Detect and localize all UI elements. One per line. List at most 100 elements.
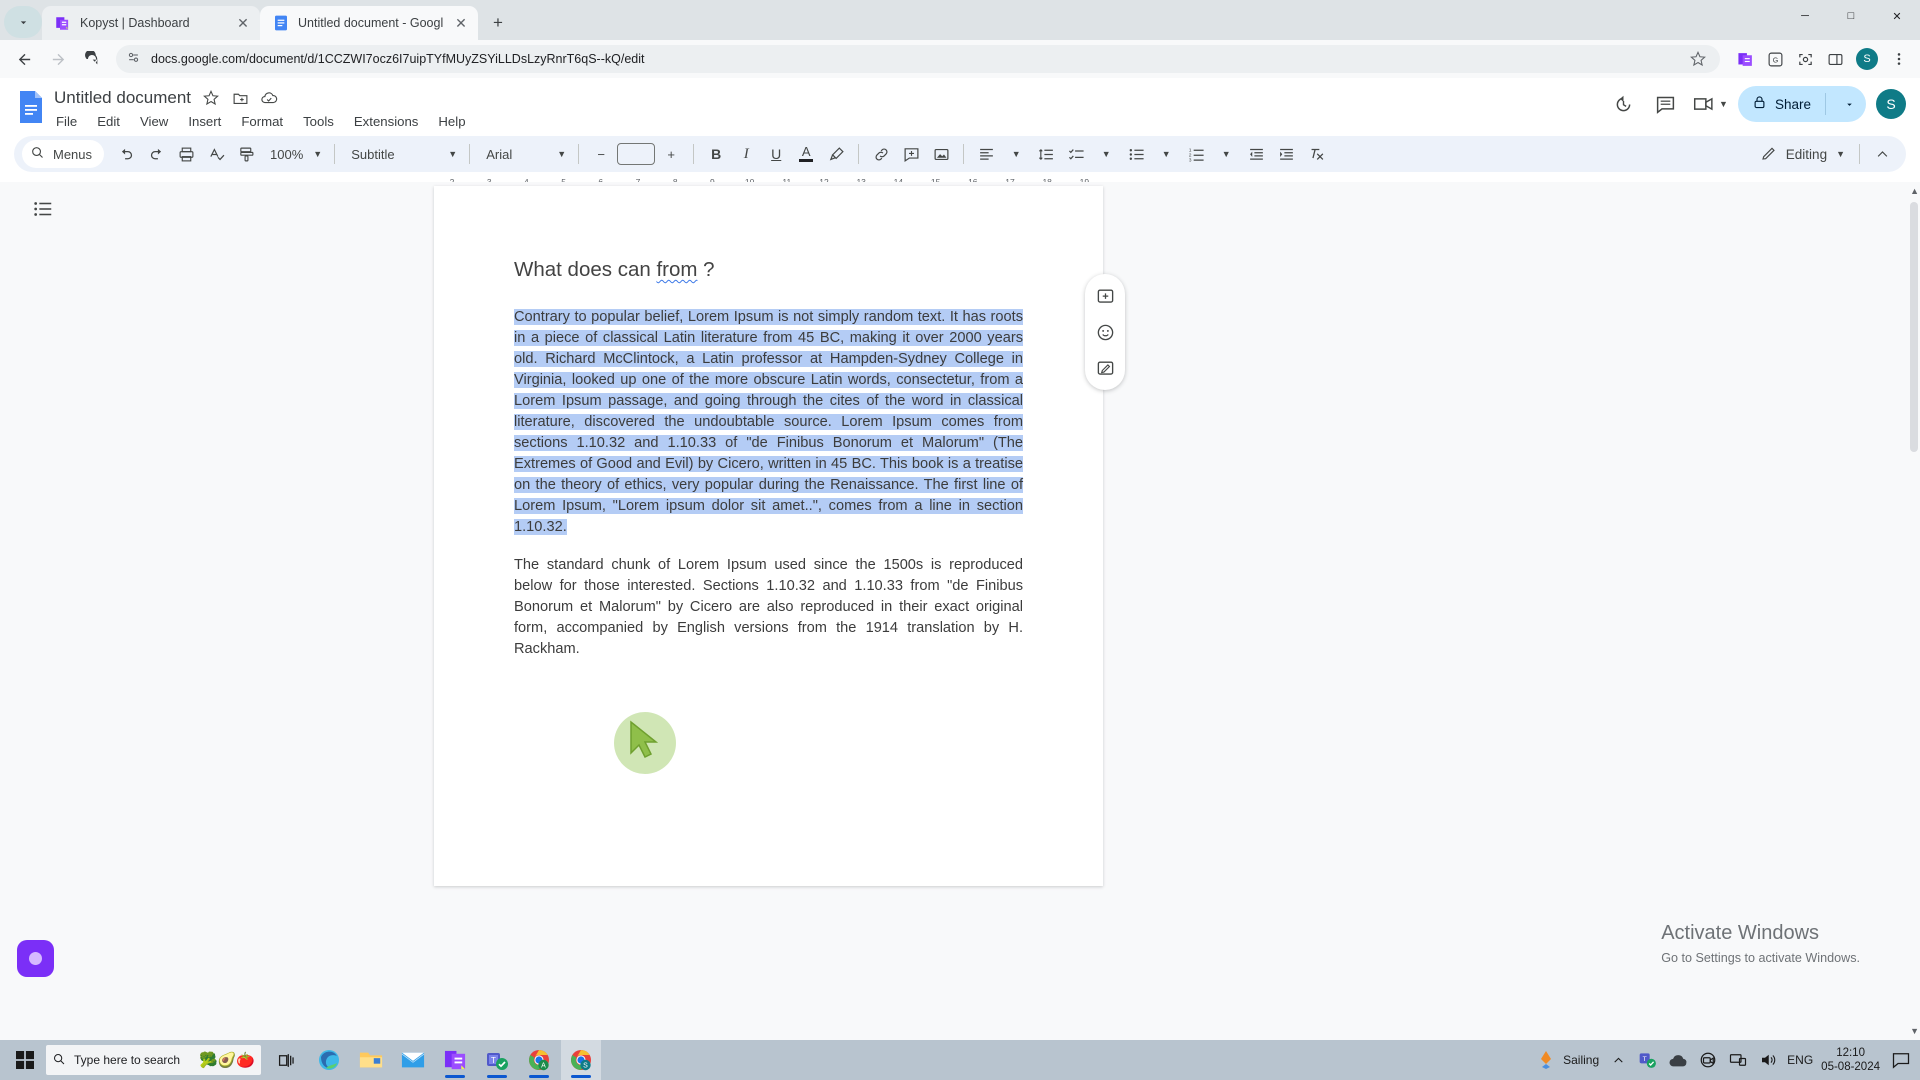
grammar-extension-icon[interactable]: G [1762,46,1788,72]
align-chevron-down-icon[interactable]: ▼ [1002,140,1030,168]
move-to-folder-icon[interactable] [231,89,249,107]
kopyst-floating-button[interactable] [17,940,54,977]
onedrive-icon[interactable] [1667,1049,1689,1071]
maximize-button[interactable]: □ [1828,0,1874,32]
bold-button[interactable]: B [702,140,730,168]
spellcheck-icon[interactable] [202,140,230,168]
avatar[interactable]: S [1876,89,1906,119]
browser-profile-avatar[interactable]: S [1856,48,1878,70]
google-meet-icon[interactable]: ▼ [1689,86,1732,122]
clear-formatting-icon[interactable] [1302,140,1330,168]
chevron-up-icon[interactable] [1868,140,1896,168]
add-comment-icon[interactable] [1088,279,1122,313]
close-icon[interactable]: ✕ [234,14,252,32]
menu-view[interactable]: View [138,113,170,130]
language-indicator[interactable]: ENG [1787,1053,1813,1067]
bulleted-list-chevron-down-icon[interactable]: ▼ [1152,140,1180,168]
menu-tools[interactable]: Tools [301,113,336,130]
chrome-profile-a-icon[interactable]: A [519,1040,559,1080]
volume-icon[interactable] [1757,1049,1779,1071]
chevron-down-icon[interactable]: ▼ [1836,149,1845,159]
italic-button[interactable]: I [732,140,760,168]
menu-edit[interactable]: Edit [95,113,122,130]
comment-history-icon[interactable] [1647,86,1683,122]
kopyst-extension-icon[interactable] [1732,46,1758,72]
scrollbar-thumb[interactable] [1910,202,1918,452]
font-family-select[interactable]: Arial ▼ [478,140,570,168]
tab-search-chevron-down-icon[interactable] [4,6,42,38]
document-page[interactable]: What does can from ? Contrary to popular… [434,186,1103,886]
kopyst-icon[interactable] [435,1040,475,1080]
share-button[interactable]: Share [1737,86,1866,122]
version-history-icon[interactable] [1605,86,1641,122]
scroll-down-icon[interactable]: ▼ [1910,1026,1919,1036]
taskbar-search-box[interactable]: Type here to search 🥦🥑🍅 [46,1045,261,1075]
file-explorer-icon[interactable] [351,1040,391,1080]
show-hidden-icons-icon[interactable] [1607,1049,1629,1071]
zoom-select[interactable]: 100% ▼ [262,140,326,168]
minimize-button[interactable]: ─ [1782,0,1828,32]
document-paragraph-2[interactable]: The standard chunk of Lorem Ipsum used s… [514,555,1023,660]
windows-start-icon[interactable] [4,1040,46,1080]
highlight-pen-icon[interactable] [822,140,850,168]
menu-insert[interactable]: Insert [186,113,223,130]
cloud-saved-icon[interactable] [260,89,278,107]
document-paragraph-1[interactable]: Contrary to popular belief, Lorem Ipsum … [514,307,1023,538]
menu-help[interactable]: Help [436,113,467,130]
teams-tray-icon[interactable]: T [1637,1049,1659,1071]
star-icon[interactable] [1686,47,1710,71]
undo-icon[interactable] [112,140,140,168]
insert-link-icon[interactable] [867,140,895,168]
microsoft-edge-icon[interactable] [309,1040,349,1080]
numbered-list-icon[interactable]: 123 [1182,140,1210,168]
document-title[interactable]: Untitled document [54,88,191,108]
network-icon[interactable] [1727,1049,1749,1071]
text-color-button[interactable]: A [792,140,820,168]
font-size-input[interactable] [617,143,656,165]
underline-button[interactable]: U [762,140,790,168]
redo-icon[interactable] [142,140,170,168]
menu-icon[interactable] [1886,46,1912,72]
browser-tab-kopyst[interactable]: Kopyst | Dashboard ✕ [42,6,260,40]
numbered-list-chevron-down-icon[interactable]: ▼ [1212,140,1240,168]
address-bar[interactable]: docs.google.com/document/d/1CCZWI7ocz6I7… [116,45,1720,73]
chevron-down-icon[interactable]: ▼ [1719,99,1728,109]
menus-search-button[interactable]: Menus [22,140,105,168]
taskbar-clock[interactable]: 12:10 05-08-2024 [1821,1046,1880,1074]
paint-format-icon[interactable] [232,140,260,168]
misspelled-word[interactable]: from [656,258,697,281]
checklist-icon[interactable] [1062,140,1090,168]
menu-file[interactable]: File [54,113,79,130]
increase-font-size-button[interactable]: + [657,140,685,168]
camera-tray-icon[interactable] [1697,1049,1719,1071]
text-align-icon[interactable] [972,140,1000,168]
line-spacing-icon[interactable] [1032,140,1060,168]
weather-widget[interactable]: Sailing [1535,1049,1599,1071]
add-comment-icon[interactable] [897,140,925,168]
forward-button[interactable] [42,43,74,75]
star-icon[interactable] [202,89,220,107]
new-tab-button[interactable]: + [484,9,512,37]
print-icon[interactable] [172,140,200,168]
selected-text[interactable]: Contrary to popular belief, Lorem Ipsum … [514,309,1023,535]
bulleted-list-icon[interactable] [1122,140,1150,168]
browser-tab-google-docs[interactable]: Untitled document - Google Do ✕ [260,6,478,40]
menu-extensions[interactable]: Extensions [352,113,421,130]
checklist-chevron-down-icon[interactable]: ▼ [1092,140,1120,168]
insert-image-icon[interactable] [927,140,955,168]
site-settings-icon[interactable] [126,50,141,68]
scroll-up-icon[interactable]: ▲ [1910,186,1919,196]
document-outline-icon[interactable] [30,196,56,222]
decrease-font-size-button[interactable]: − [587,140,615,168]
task-view-icon[interactable] [267,1040,307,1080]
back-button[interactable] [8,43,40,75]
document-heading[interactable]: What does can from ? [514,258,1023,282]
add-emoji-reaction-icon[interactable] [1088,315,1122,349]
mail-icon[interactable] [393,1040,433,1080]
chevron-down-icon[interactable] [1836,99,1862,110]
split-screen-icon[interactable] [1822,46,1848,72]
decrease-indent-icon[interactable] [1242,140,1270,168]
vertical-scrollbar[interactable]: ▲ ▼ [1908,182,1920,1040]
google-docs-icon[interactable] [14,86,48,128]
lens-icon[interactable] [1792,46,1818,72]
